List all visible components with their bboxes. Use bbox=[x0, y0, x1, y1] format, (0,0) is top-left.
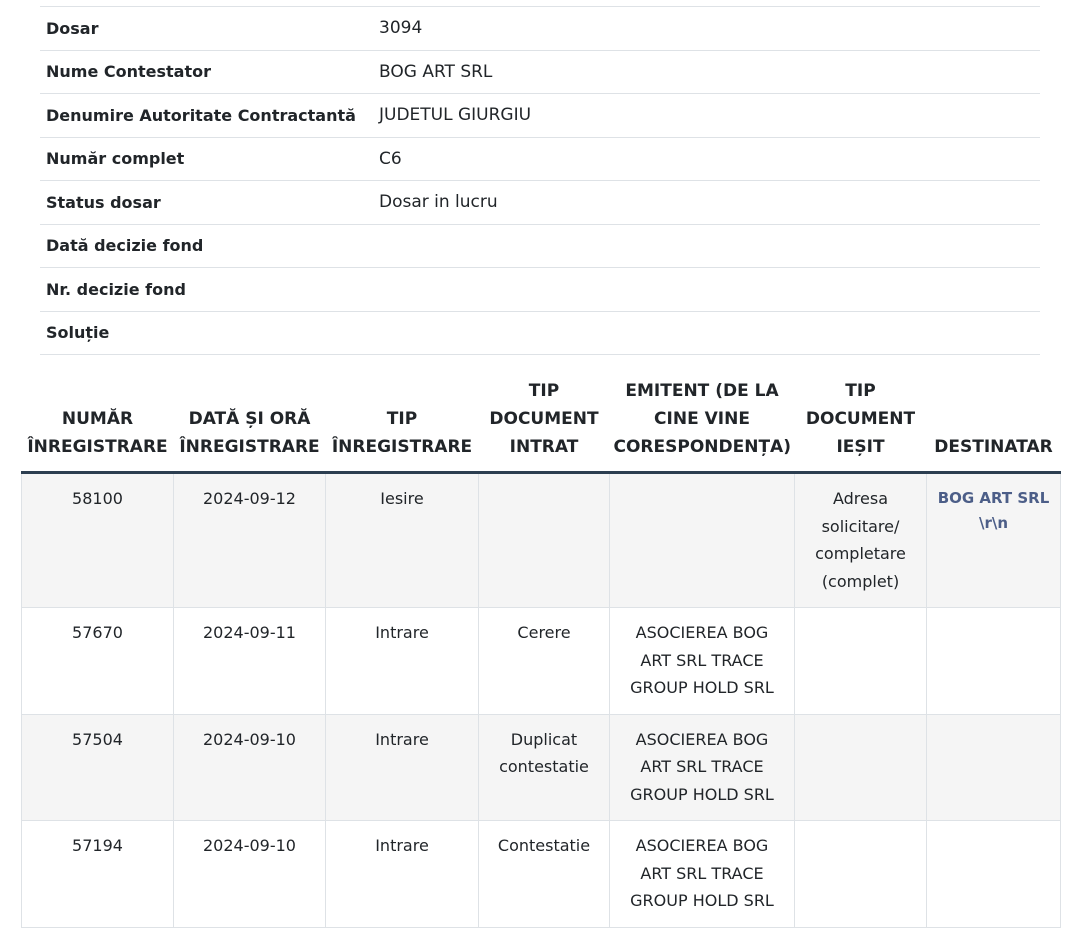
detail-label: Status dosar bbox=[46, 192, 161, 212]
table-row: 57504 2024-09-10 Intrare Duplicat contes… bbox=[21, 714, 1061, 821]
cell-doc-intrat: Contestatie bbox=[478, 820, 610, 928]
cell-doc-intrat bbox=[478, 472, 610, 608]
cell-emitent: ASOCIEREA BOG ART SRL TRACE GROUP HOLD S… bbox=[609, 820, 795, 928]
cell-data: 2024-09-12 bbox=[173, 472, 326, 608]
cell-doc-intrat: Cerere bbox=[478, 607, 610, 715]
detail-label: Nr. decizie fond bbox=[46, 279, 186, 299]
cell-data: 2024-09-11 bbox=[173, 607, 326, 715]
cell-doc-iesit: Adresa solicitare/ completare (complet) bbox=[794, 472, 927, 608]
cell-data: 2024-09-10 bbox=[173, 714, 326, 821]
detail-row-data-decizie: Dată decizie fond bbox=[40, 224, 1040, 268]
cell-emitent: ASOCIEREA BOG ART SRL TRACE GROUP HOLD S… bbox=[609, 714, 795, 821]
detail-row-nr-decizie: Nr. decizie fond bbox=[40, 267, 1040, 312]
cell-numar: 57194 bbox=[21, 820, 174, 928]
case-details-table: Dosar 3094 Nume Contestator BOG ART SRL … bbox=[40, 6, 1040, 355]
detail-value bbox=[373, 224, 1040, 268]
cell-destinatar bbox=[926, 714, 1061, 821]
detail-value: 3094 bbox=[379, 18, 423, 39]
detail-row-dosar: Dosar 3094 bbox=[40, 6, 1040, 51]
cell-emitent bbox=[609, 472, 795, 608]
detail-row-solutie: Soluție bbox=[40, 311, 1040, 355]
detail-value: C6 bbox=[379, 148, 402, 169]
detail-value: JUDETUL GIURGIU bbox=[379, 105, 532, 126]
detail-label: Soluție bbox=[46, 323, 110, 343]
header-data[interactable]: DATĂ ȘI ORĂ ÎNREGISTRARE bbox=[173, 375, 326, 474]
cell-emitent: ASOCIEREA BOG ART SRL TRACE GROUP HOLD S… bbox=[609, 607, 795, 715]
header-destinatar[interactable]: DESTINATAR bbox=[926, 375, 1061, 474]
detail-value: Dosar in lucru bbox=[379, 192, 498, 213]
cell-tip: Intrare bbox=[325, 820, 479, 928]
destinatar-link[interactable]: BOG ART SRL \r\n bbox=[935, 485, 1052, 536]
cell-data: 2024-09-10 bbox=[173, 820, 326, 928]
detail-label: Dată decizie fond bbox=[46, 236, 204, 256]
header-emitent[interactable]: EMITENT (DE LA CINE VINE CORESPONDENȚA) bbox=[609, 375, 795, 474]
header-doc-iesit[interactable]: TIP DOCUMENT IEȘIT bbox=[794, 375, 927, 474]
detail-value: BOG ART SRL bbox=[379, 61, 493, 82]
detail-value bbox=[373, 268, 1040, 312]
detail-label: Dosar bbox=[46, 18, 99, 38]
header-doc-intrat[interactable]: TIP DOCUMENT INTRAT bbox=[478, 375, 610, 474]
detail-label: Nume Contestator bbox=[46, 62, 211, 82]
detail-label: Denumire Autoritate Contractantă bbox=[46, 105, 356, 125]
table-row: 57194 2024-09-10 Intrare Contestatie ASO… bbox=[21, 820, 1061, 928]
cell-tip: Iesire bbox=[325, 472, 479, 608]
detail-row-autoritate: Denumire Autoritate Contractantă JUDETUL… bbox=[40, 93, 1040, 138]
detail-row-numar-complet: Număr complet C6 bbox=[40, 137, 1040, 181]
cell-destinatar bbox=[926, 607, 1061, 715]
cell-numar: 57670 bbox=[21, 607, 174, 715]
cell-tip: Intrare bbox=[325, 607, 479, 715]
cell-destinatar: BOG ART SRL \r\n bbox=[926, 472, 1061, 608]
header-numar[interactable]: NUMĂR ÎNREGISTRARE bbox=[21, 375, 174, 474]
detail-row-contestator: Nume Contestator BOG ART SRL bbox=[40, 50, 1040, 94]
detail-label: Număr complet bbox=[46, 149, 185, 169]
header-tip[interactable]: TIP ÎNREGISTRARE bbox=[325, 375, 479, 474]
cell-tip: Intrare bbox=[325, 714, 479, 821]
cell-numar: 57504 bbox=[21, 714, 174, 821]
registry-header-row: NUMĂR ÎNREGISTRARE DATĂ ȘI ORĂ ÎNREGISTR… bbox=[21, 375, 1061, 474]
cell-doc-iesit bbox=[794, 714, 927, 821]
table-row: 58100 2024-09-12 Iesire Adresa solicitar… bbox=[21, 472, 1061, 608]
cell-numar: 58100 bbox=[21, 472, 174, 608]
registry-table: NUMĂR ÎNREGISTRARE DATĂ ȘI ORĂ ÎNREGISTR… bbox=[21, 375, 1061, 928]
cell-doc-iesit bbox=[794, 607, 927, 715]
table-row: 57670 2024-09-11 Intrare Cerere ASOCIERE… bbox=[21, 607, 1061, 715]
detail-row-status: Status dosar Dosar in lucru bbox=[40, 180, 1040, 225]
detail-value bbox=[373, 311, 1040, 355]
cell-doc-iesit bbox=[794, 820, 927, 928]
cell-destinatar bbox=[926, 820, 1061, 928]
cell-doc-intrat: Duplicat contestatie bbox=[478, 714, 610, 821]
